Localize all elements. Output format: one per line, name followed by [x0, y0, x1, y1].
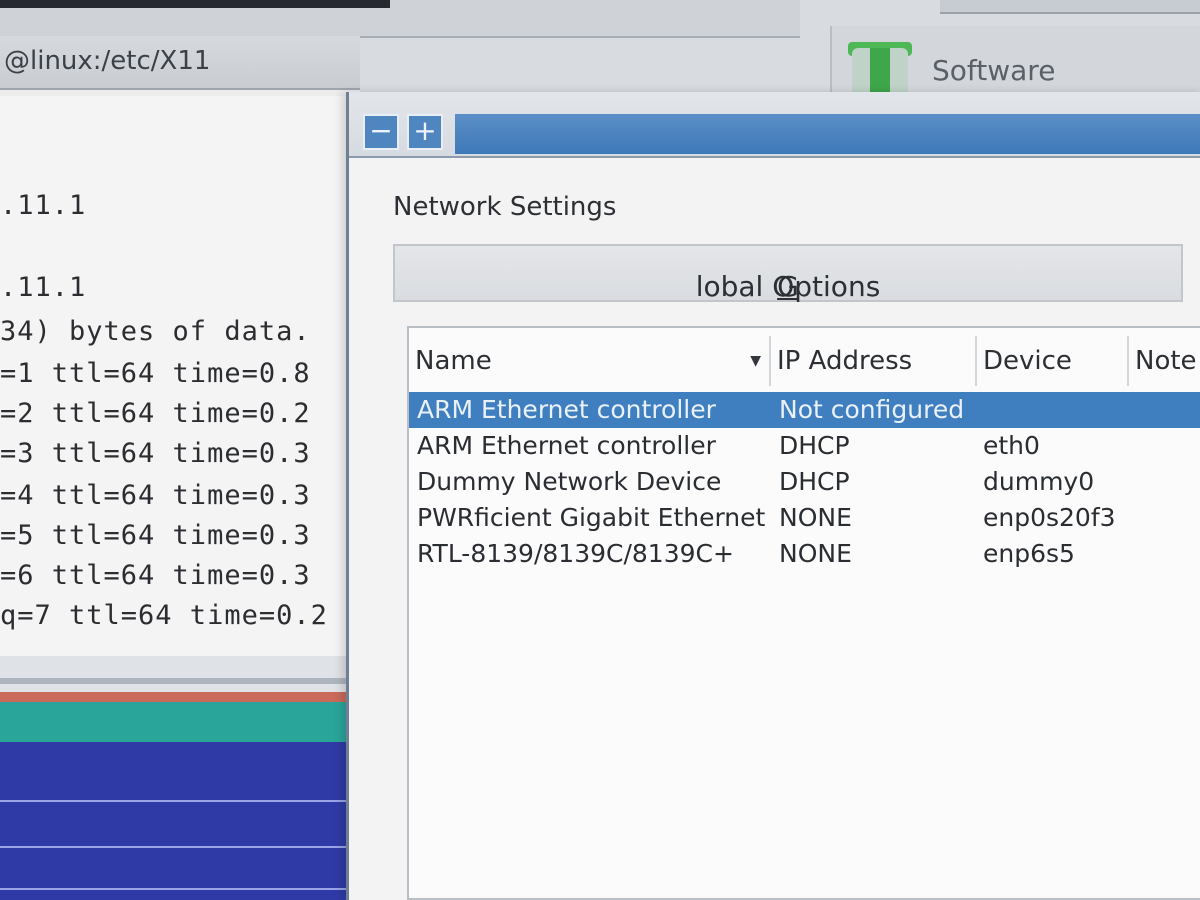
sort-down-icon: ▼: [750, 353, 761, 369]
network-settings-dialog: − + Network Settings Global Options Name…: [346, 92, 1200, 900]
table-row[interactable]: PWRficient Gigabit Ethernet NONE enp0s20…: [409, 500, 1200, 536]
cell-device: enp0s20f3: [983, 503, 1116, 532]
terminal-line: =2 ttl=64 time=0.2: [0, 398, 311, 429]
table-row[interactable]: RTL-8139/8139C/8139C+ NONE enp6s5: [409, 536, 1200, 572]
minus-icon: −: [369, 114, 393, 147]
cell-ip: DHCP: [779, 431, 850, 460]
column-label: Name: [415, 346, 492, 376]
tab-label-rest: lobal Options: [695, 270, 881, 303]
column-label: Device: [983, 346, 1072, 376]
terminal-line: q=7 ttl=64 time=0.2: [0, 600, 328, 631]
status-bar: [0, 702, 352, 742]
maximize-button[interactable]: +: [407, 114, 443, 150]
cell-name: Dummy Network Device: [417, 467, 722, 496]
table-row[interactable]: Dummy Network Device DHCP dummy0: [409, 464, 1200, 500]
cell-name: PWRficient Gigabit Ethernet: [417, 503, 766, 532]
table-header: Name ▼ IP Address Device Note: [409, 336, 1200, 386]
terminal-line: .11.1: [0, 272, 87, 303]
terminal-line: =4 ttl=64 time=0.3: [0, 480, 311, 511]
cell-device: eth0: [983, 431, 1040, 460]
divider: [0, 678, 352, 684]
divider: [0, 846, 352, 848]
global-options-tab[interactable]: Global Options: [393, 244, 1183, 303]
terminal-output[interactable]: .11.1 .11.1 34) bytes of data. =1 ttl=64…: [0, 96, 354, 656]
software-launcher[interactable]: Software: [830, 26, 1200, 102]
table-row[interactable]: ARM Ethernet controller Not configured: [409, 392, 1200, 428]
minimize-button[interactable]: −: [363, 114, 399, 150]
blue-panel: [0, 742, 352, 900]
divider: [0, 800, 352, 802]
terminal-line: .11.1: [0, 190, 87, 221]
terminal-line: =1 ttl=64 time=0.8: [0, 358, 311, 389]
column-header-ip[interactable]: IP Address: [771, 336, 977, 386]
cell-ip: DHCP: [779, 467, 850, 496]
terminal-window[interactable]: @linux:/etc/X11 .11.1 .11.1 34) bytes of…: [0, 36, 360, 900]
network-devices-table[interactable]: Name ▼ IP Address Device Note ARM Ethern…: [407, 326, 1200, 900]
column-label: Note: [1135, 346, 1197, 376]
terminal-title: @linux:/etc/X11: [4, 46, 211, 76]
cell-ip: Not configured: [779, 395, 965, 424]
terminal-line: =6 ttl=64 time=0.3: [0, 560, 311, 591]
plus-icon: +: [413, 114, 437, 147]
panel-edge: [0, 0, 390, 8]
screen: @linux:/etc/X11 .11.1 .11.1 34) bytes of…: [0, 0, 1200, 900]
cell-ip: NONE: [779, 539, 852, 568]
cell-device: dummy0: [983, 467, 1095, 496]
software-label: Software: [932, 54, 1056, 87]
terminal-line: 34) bytes of data.: [0, 316, 311, 347]
table-row[interactable]: ARM Ethernet controller DHCP eth0: [409, 428, 1200, 464]
terminal-line: =5 ttl=64 time=0.3: [0, 520, 311, 551]
cell-device: enp6s5: [983, 539, 1075, 568]
cell-name: ARM Ethernet controller: [417, 395, 716, 424]
top-panel: [0, 0, 800, 38]
window-edge: [940, 0, 1200, 14]
terminal-titlebar[interactable]: @linux:/etc/X11: [0, 36, 360, 90]
divider: [0, 692, 352, 702]
cell-name: RTL-8139/8139C/8139C+: [417, 539, 734, 568]
divider: [0, 888, 352, 890]
cell-name: ARM Ethernet controller: [417, 431, 716, 460]
terminal-line: =3 ttl=64 time=0.3: [0, 438, 311, 469]
dialog-titlebar[interactable]: − +: [349, 92, 1200, 158]
cell-ip: NONE: [779, 503, 852, 532]
column-header-name[interactable]: Name ▼: [409, 336, 771, 386]
desktop-below-terminal: [0, 656, 352, 900]
column-header-device[interactable]: Device: [977, 336, 1129, 386]
column-header-note[interactable]: Note: [1129, 336, 1200, 386]
dialog-heading: Network Settings: [393, 192, 617, 222]
titlebar-fill: [455, 114, 1200, 154]
column-label: IP Address: [777, 346, 913, 376]
